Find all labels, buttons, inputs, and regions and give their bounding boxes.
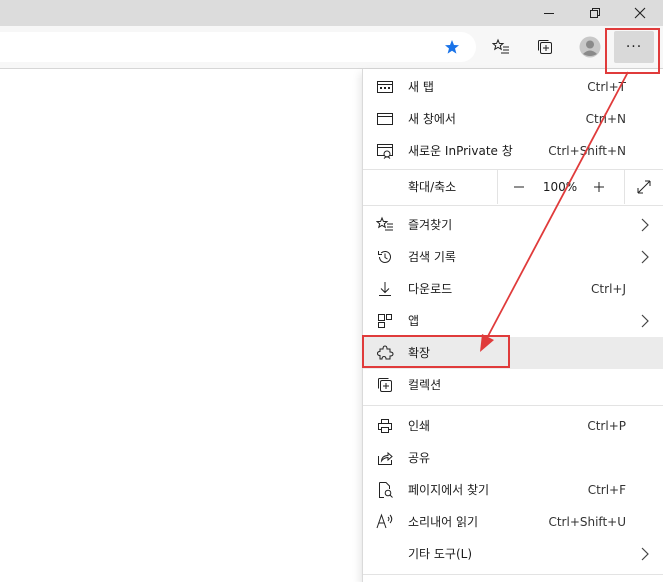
menu-item-inprivate-window[interactable]: 새로운 InPrivate 창 Ctrl+Shift+N <box>363 135 663 167</box>
highlight-box-more-button <box>605 28 660 74</box>
menu-item-label: 소리내어 읽기 <box>408 515 479 529</box>
zoom-label: 확대/축소 <box>408 180 457 194</box>
chevron-right-icon <box>641 250 649 264</box>
favorites-list-icon <box>492 38 509 54</box>
menu-item-label: 검색 기록 <box>408 250 456 264</box>
zoom-divider <box>624 170 625 204</box>
collections-icon <box>378 378 392 392</box>
find-icon <box>379 482 393 498</box>
favorite-star-button[interactable] <box>438 33 466 61</box>
menu-item-new-window[interactable]: 새 창에서 Ctrl+N <box>363 103 663 135</box>
avatar-icon <box>579 36 601 58</box>
close-window-button[interactable] <box>617 0 663 26</box>
shortcut-label: Ctrl+P <box>587 419 626 433</box>
menu-item-find-on-page[interactable]: 페이지에서 찾기 Ctrl+F <box>363 474 663 506</box>
plus-icon <box>594 182 604 192</box>
shortcut-label: Ctrl+T <box>587 80 626 94</box>
chevron-right-icon <box>641 218 649 232</box>
menu-item-print[interactable]: 인쇄 Ctrl+P <box>363 410 663 442</box>
menu-item-label: 페이지에서 찾기 <box>408 483 490 497</box>
zoom-level: 100% <box>542 180 578 194</box>
menu-item-label: 새 창에서 <box>408 112 456 126</box>
fullscreen-icon <box>637 180 651 194</box>
fullscreen-button[interactable] <box>627 170 661 204</box>
read-aloud-icon <box>376 513 393 529</box>
shortcut-label: Ctrl+N <box>585 112 626 126</box>
new-window-icon <box>377 113 393 125</box>
zoom-divider <box>497 170 498 204</box>
menu-item-label: 기타 도구(L) <box>408 547 473 561</box>
restore-icon <box>590 8 600 18</box>
menu-item-history[interactable]: 검색 기록 <box>363 241 663 273</box>
menu-item-label: 새로운 InPrivate 창 <box>408 144 513 158</box>
close-icon <box>634 7 646 19</box>
menu-item-label: 즐겨찾기 <box>408 218 453 232</box>
share-icon <box>378 451 393 465</box>
zoom-in-button[interactable] <box>582 170 616 204</box>
highlight-box-extensions <box>362 335 510 368</box>
menu-item-label: 새 탭 <box>408 80 434 94</box>
chevron-right-icon <box>641 314 649 328</box>
menu-divider <box>363 205 663 206</box>
minimize-icon <box>544 13 554 14</box>
menu-item-more-tools[interactable]: 기타 도구(L) <box>363 538 663 570</box>
menu-divider <box>363 405 663 406</box>
history-icon <box>378 250 391 263</box>
shortcut-label: Ctrl+F <box>587 483 626 497</box>
menu-item-label: 앱 <box>408 314 420 328</box>
browser-toolbar: ··· <box>0 26 663 69</box>
favorites-icon <box>376 216 393 231</box>
collections-icon <box>538 40 552 54</box>
menu-item-new-tab[interactable]: 새 탭 Ctrl+T <box>363 71 663 103</box>
menu-item-downloads[interactable]: 다운로드 Ctrl+J <box>363 273 663 305</box>
shortcut-label: Ctrl+Shift+U <box>548 515 626 529</box>
menu-item-collections[interactable]: 컬렉션 <box>363 369 663 401</box>
menu-item-favorites[interactable]: 즐겨찾기 <box>363 209 663 241</box>
address-bar[interactable] <box>0 32 476 62</box>
restore-button[interactable] <box>572 0 618 26</box>
favorites-button[interactable] <box>487 33 515 61</box>
chevron-right-icon <box>641 547 649 561</box>
star-filled-icon <box>445 40 459 54</box>
print-icon <box>378 419 392 433</box>
zoom-out-button[interactable] <box>502 170 536 204</box>
profile-button[interactable] <box>576 33 604 61</box>
download-icon <box>379 282 391 296</box>
shortcut-label: Ctrl+J <box>591 282 626 296</box>
collections-button[interactable] <box>531 33 559 61</box>
menu-item-share[interactable]: 공유 <box>363 442 663 474</box>
new-tab-icon <box>377 81 393 93</box>
apps-icon <box>378 314 392 328</box>
title-bar <box>0 0 663 26</box>
menu-item-read-aloud[interactable]: 소리내어 읽기 Ctrl+Shift+U <box>363 506 663 538</box>
shortcut-label: Ctrl+Shift+N <box>548 144 626 158</box>
menu-item-apps[interactable]: 앱 <box>363 305 663 337</box>
menu-item-label: 공유 <box>408 451 431 465</box>
menu-item-label: 다운로드 <box>408 282 453 296</box>
minus-icon <box>514 186 524 188</box>
menu-divider <box>363 574 663 575</box>
menu-item-label: 컬렉션 <box>408 378 442 392</box>
menu-item-label: 인쇄 <box>408 419 431 433</box>
minimize-button[interactable] <box>526 0 572 26</box>
inprivate-window-icon <box>377 144 393 159</box>
zoom-row: 확대/축소 100% <box>363 170 663 204</box>
settings-menu: 새 탭 Ctrl+T 새 창에서 Ctrl+N 새로운 InPrivate 창 … <box>362 69 663 582</box>
